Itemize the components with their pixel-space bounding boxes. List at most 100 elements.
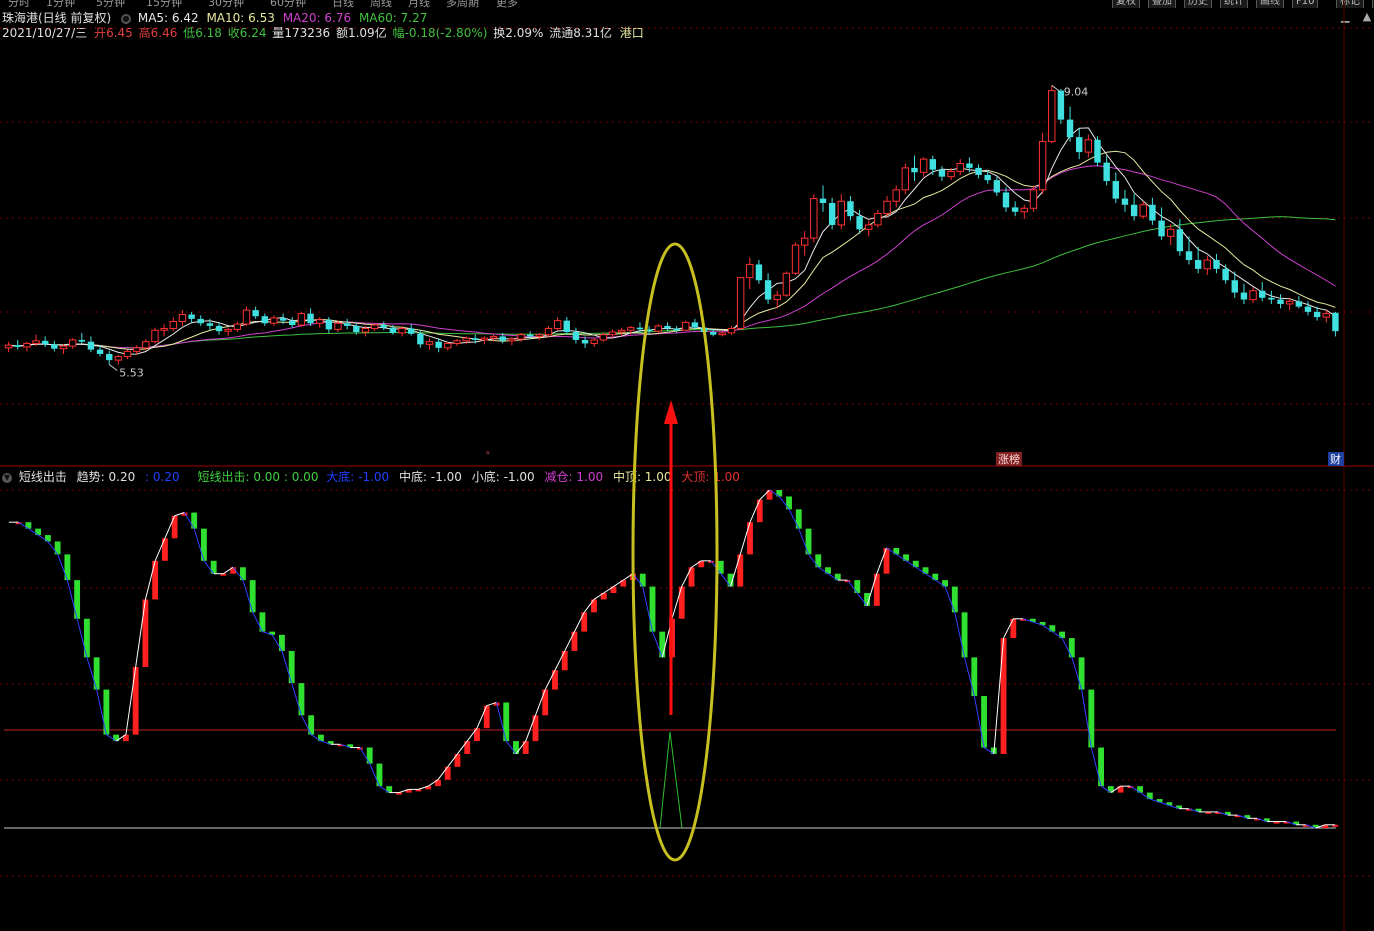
candle-body <box>1259 290 1266 298</box>
indicator-bar <box>552 670 558 690</box>
candle-body <box>297 313 306 326</box>
indicator-bar <box>1088 689 1095 748</box>
candle-body <box>865 224 873 230</box>
indicator-bar <box>259 612 266 632</box>
candle-body <box>353 325 360 333</box>
candle-body <box>1158 220 1165 237</box>
candle-body <box>188 314 195 319</box>
candle-body <box>856 216 863 230</box>
candle-body <box>911 167 918 173</box>
indicator-bar <box>103 689 110 735</box>
candle-body <box>325 319 333 330</box>
candle-body <box>23 342 31 348</box>
candle-body <box>526 334 534 337</box>
candle-body <box>1322 313 1330 318</box>
indicator-bar <box>483 705 490 729</box>
candle-body <box>718 332 727 336</box>
candle-body <box>472 338 479 340</box>
candle-body <box>270 317 278 324</box>
candle-body <box>151 329 159 343</box>
indicator-bar <box>1068 638 1075 658</box>
indicator-bar <box>961 612 968 658</box>
indicator-bar <box>981 696 987 748</box>
candle-body <box>1295 301 1303 307</box>
candle-body <box>581 339 589 344</box>
candle-body <box>1285 300 1294 305</box>
indicator-bar <box>308 715 315 735</box>
candle-body <box>1231 280 1238 293</box>
min-marker-pointer <box>108 364 118 371</box>
candle-body <box>1020 207 1029 213</box>
candle-body <box>1176 229 1184 252</box>
candle-body <box>14 345 21 347</box>
candle-body <box>499 336 506 341</box>
candle-body <box>444 342 452 349</box>
candle-body <box>553 320 562 330</box>
candle-body <box>261 316 268 324</box>
event-dot: ⚬ <box>484 449 492 459</box>
candle-body <box>334 322 342 330</box>
candle-body <box>966 163 973 168</box>
indicator-bar <box>1010 618 1017 639</box>
candle-body <box>828 203 836 225</box>
candle-body <box>938 169 946 177</box>
candle-body <box>682 321 690 331</box>
candle-body <box>389 327 397 333</box>
indicator-bar <box>951 586 958 613</box>
candle-body <box>517 334 525 340</box>
candle-body <box>800 237 809 246</box>
indicator-bar <box>561 650 568 671</box>
candle-body <box>489 335 498 339</box>
event-badge-rank: 涨榜 <box>998 452 1020 466</box>
candle-body <box>252 310 259 317</box>
candle-body <box>746 263 754 279</box>
candle-body <box>408 328 415 334</box>
candle-body <box>956 163 964 172</box>
candle-body <box>462 337 470 342</box>
candle-body <box>1194 260 1202 269</box>
candle-body <box>736 277 745 330</box>
indicator-bar <box>161 538 168 561</box>
candle-body <box>508 338 516 342</box>
candle-body <box>782 272 791 296</box>
indicator-bar <box>503 702 510 742</box>
indicator-bar <box>93 657 100 690</box>
candle-body <box>1149 204 1156 221</box>
candle-body <box>1167 228 1175 237</box>
candle-body <box>425 341 434 345</box>
candle-body <box>1121 198 1129 205</box>
candle-body <box>32 340 40 344</box>
candle-body <box>993 180 1001 193</box>
candle-body <box>68 339 77 347</box>
candle-body <box>535 334 544 337</box>
indicator-bar <box>64 554 71 581</box>
candle-body <box>343 323 351 326</box>
candle-body <box>142 341 150 349</box>
indicator-bar <box>805 528 812 555</box>
candle-body <box>1029 189 1038 209</box>
highlight-ellipse <box>631 242 719 862</box>
candle-body <box>435 341 442 348</box>
indicator-bar <box>200 528 207 561</box>
candle-body <box>929 159 936 170</box>
indicator-bar <box>83 618 90 658</box>
candle-body <box>984 174 991 181</box>
indicator-bar <box>376 763 383 787</box>
indicator-bar <box>191 512 198 529</box>
candle-body <box>1249 290 1257 301</box>
indicator-bar <box>74 580 81 619</box>
chart-canvas[interactable]: 9.04 5.53 涨榜 财 ⚬ <box>0 0 1374 931</box>
candle-body <box>289 320 296 326</box>
candle-body <box>59 345 68 350</box>
candle-body <box>1304 306 1312 312</box>
indicator-bar <box>883 547 890 574</box>
candle-body <box>1112 181 1120 199</box>
candle-body <box>883 200 891 215</box>
event-badge-fin: 财 <box>1330 452 1341 466</box>
candle-body <box>307 313 314 324</box>
candle-body <box>114 356 123 361</box>
candle-body <box>1240 292 1248 300</box>
candle-body <box>51 344 58 349</box>
candle-body <box>919 158 928 173</box>
indicator-bar <box>279 634 285 651</box>
